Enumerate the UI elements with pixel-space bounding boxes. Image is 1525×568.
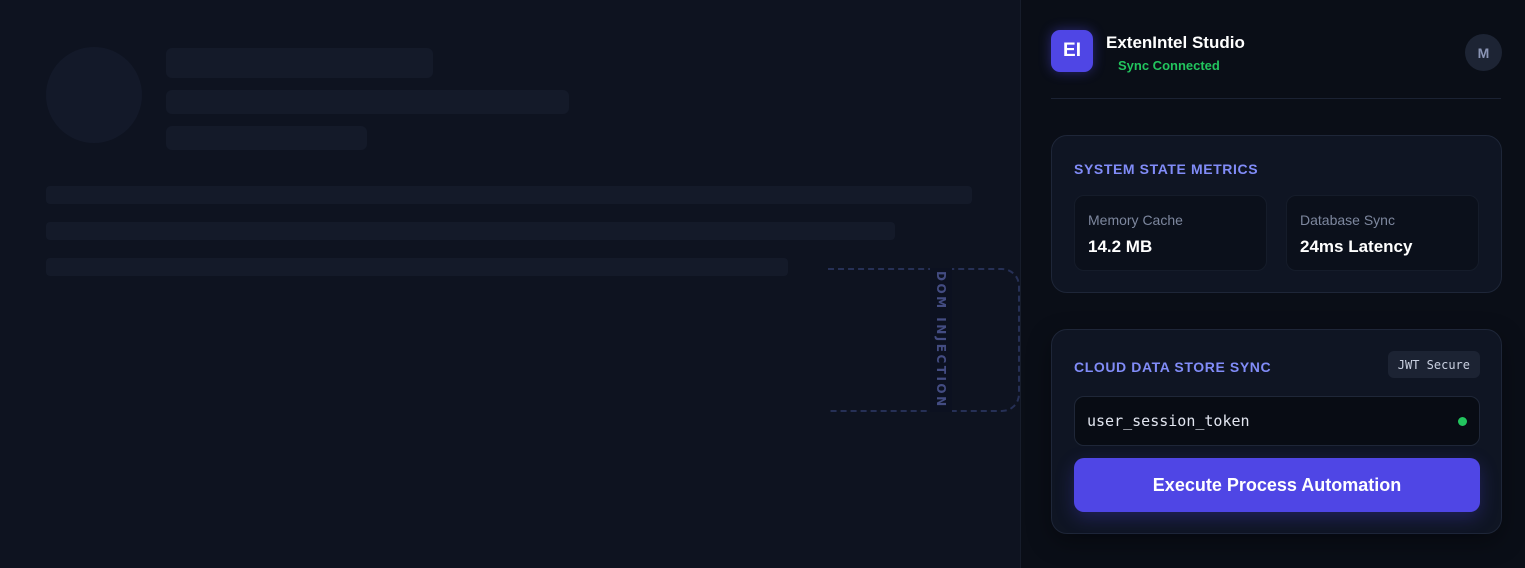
sync-card-title: CLOUD DATA STORE SYNC [1074,359,1272,375]
jwt-secure-badge: JWT Secure [1387,351,1480,378]
app-title: ExtenIntel Studio [1106,33,1245,52]
user-avatar[interactable]: M [1465,34,1502,71]
green-dot-icon [1458,417,1467,426]
skeleton-avatar [46,47,142,143]
page: DOM INJECTION EI ExtenIntel Studio Sync … [0,0,1525,568]
metric-database-sync: Database Sync 24ms Latency [1286,195,1479,271]
dom-injection-label: DOM INJECTION [934,271,948,409]
metrics-card-title: SYSTEM STATE METRICS [1074,161,1259,177]
metric-label: Database Sync [1300,212,1395,228]
metric-value: 24ms Latency [1300,237,1413,256]
metric-label: Memory Cache [1088,212,1183,228]
metric-value: 14.2 MB [1088,237,1153,256]
dom-injection-outline [828,268,1020,412]
host-page: DOM INJECTION [0,0,1020,568]
skeleton-text-line [46,258,788,276]
dom-injection-tab: DOM INJECTION [930,268,952,412]
skeleton-heading [166,48,433,78]
panel-header: EI ExtenIntel Studio Sync Connected M [1051,30,1502,99]
session-token-field[interactable] [1074,396,1480,446]
cloud-sync-card: CLOUD DATA STORE SYNC JWT Secure Execute… [1051,329,1502,534]
extension-panel: EI ExtenIntel Studio Sync Connected M SY… [1020,0,1525,568]
system-metrics-card: SYSTEM STATE METRICS Memory Cache 14.2 M… [1051,135,1502,293]
execute-automation-button[interactable]: Execute Process Automation [1074,458,1480,512]
skeleton-subheading [166,90,569,114]
metric-memory-cache: Memory Cache 14.2 MB [1074,195,1267,271]
session-token-input[interactable] [1075,397,1479,445]
app-logo: EI [1051,30,1093,72]
sync-status: Sync Connected [1118,58,1220,73]
skeleton-text-line [46,222,895,240]
skeleton-meta [166,126,367,150]
skeleton-text-line [46,186,972,204]
